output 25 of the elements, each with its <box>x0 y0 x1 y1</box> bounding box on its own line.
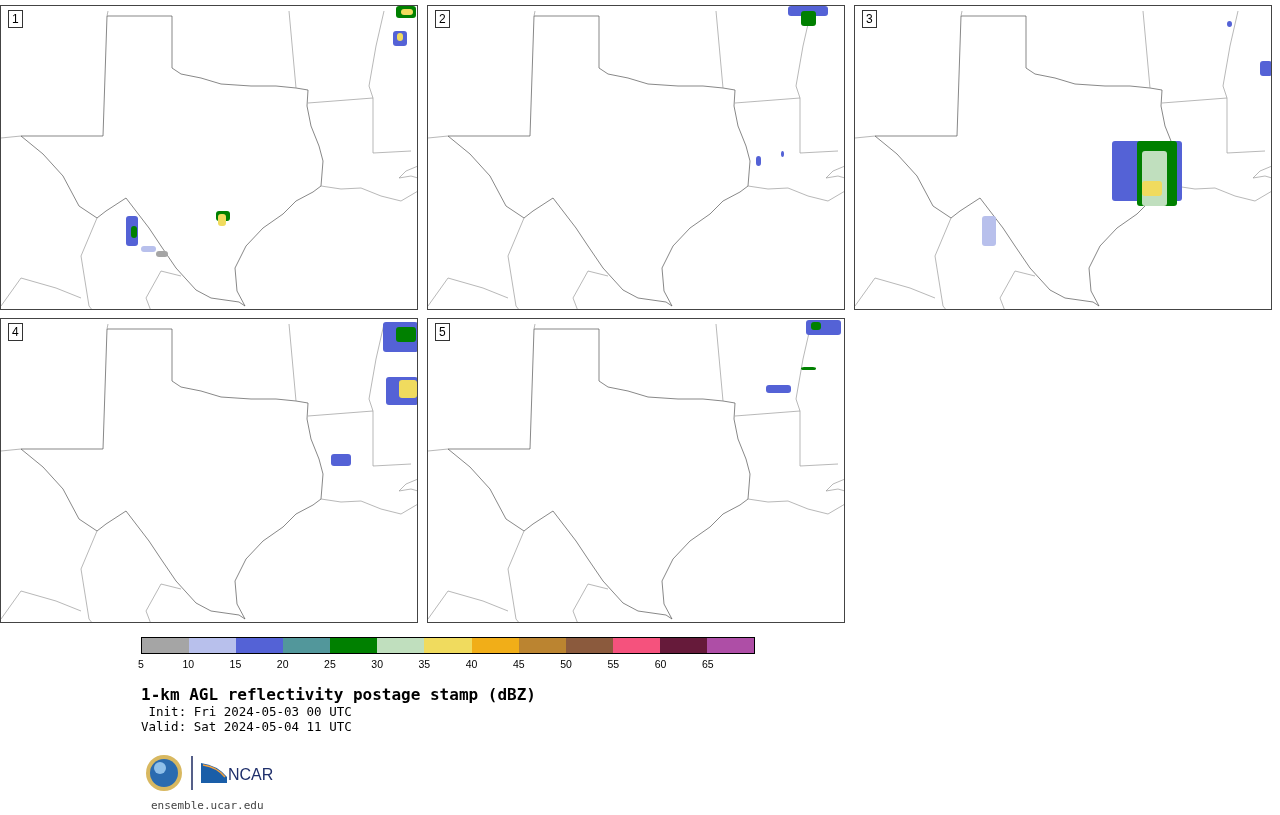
ncar-logo: NCAR <box>201 763 274 783</box>
colorbar-tick-label: 10 <box>182 658 195 670</box>
colorbar-tick-label: 60 <box>654 658 667 670</box>
colorbar-tick-label: 20 <box>276 658 289 670</box>
colorbar-tick-label: 30 <box>371 658 383 670</box>
colorbar-tick-label: 15 <box>229 658 242 670</box>
panel-number: 1 <box>8 10 23 28</box>
colorbar-tick-label: 40 <box>465 658 478 670</box>
panel-number: 3 <box>862 10 877 28</box>
panel-number: 5 <box>435 323 450 341</box>
colorbar-tick-label: 35 <box>418 658 431 670</box>
colorbar-tick-label: 55 <box>607 658 620 670</box>
nsf-logo <box>145 754 183 792</box>
colorbar-tick-label: 50 <box>560 658 572 670</box>
colorbar-tick-label: 5 <box>138 658 144 670</box>
init-time: Init: Fri 2024-05-03 00 UTC <box>147 704 353 719</box>
colorbar-tick-label: 65 <box>701 658 714 670</box>
colorbar-tick-label: 45 <box>513 658 525 670</box>
valid-time: Valid: Sat 2024-05-04 11 UTC <box>141 719 353 734</box>
colorbar-tick-label: 25 <box>324 658 336 670</box>
website-url: ensemble.ucar.edu <box>151 798 265 814</box>
ncar-icon <box>201 763 227 783</box>
panel-number: 4 <box>8 323 23 341</box>
chart-title: 1-km AGL reflectivity postage stamp (dBZ) <box>141 686 537 704</box>
panel-number: 2 <box>435 10 450 28</box>
